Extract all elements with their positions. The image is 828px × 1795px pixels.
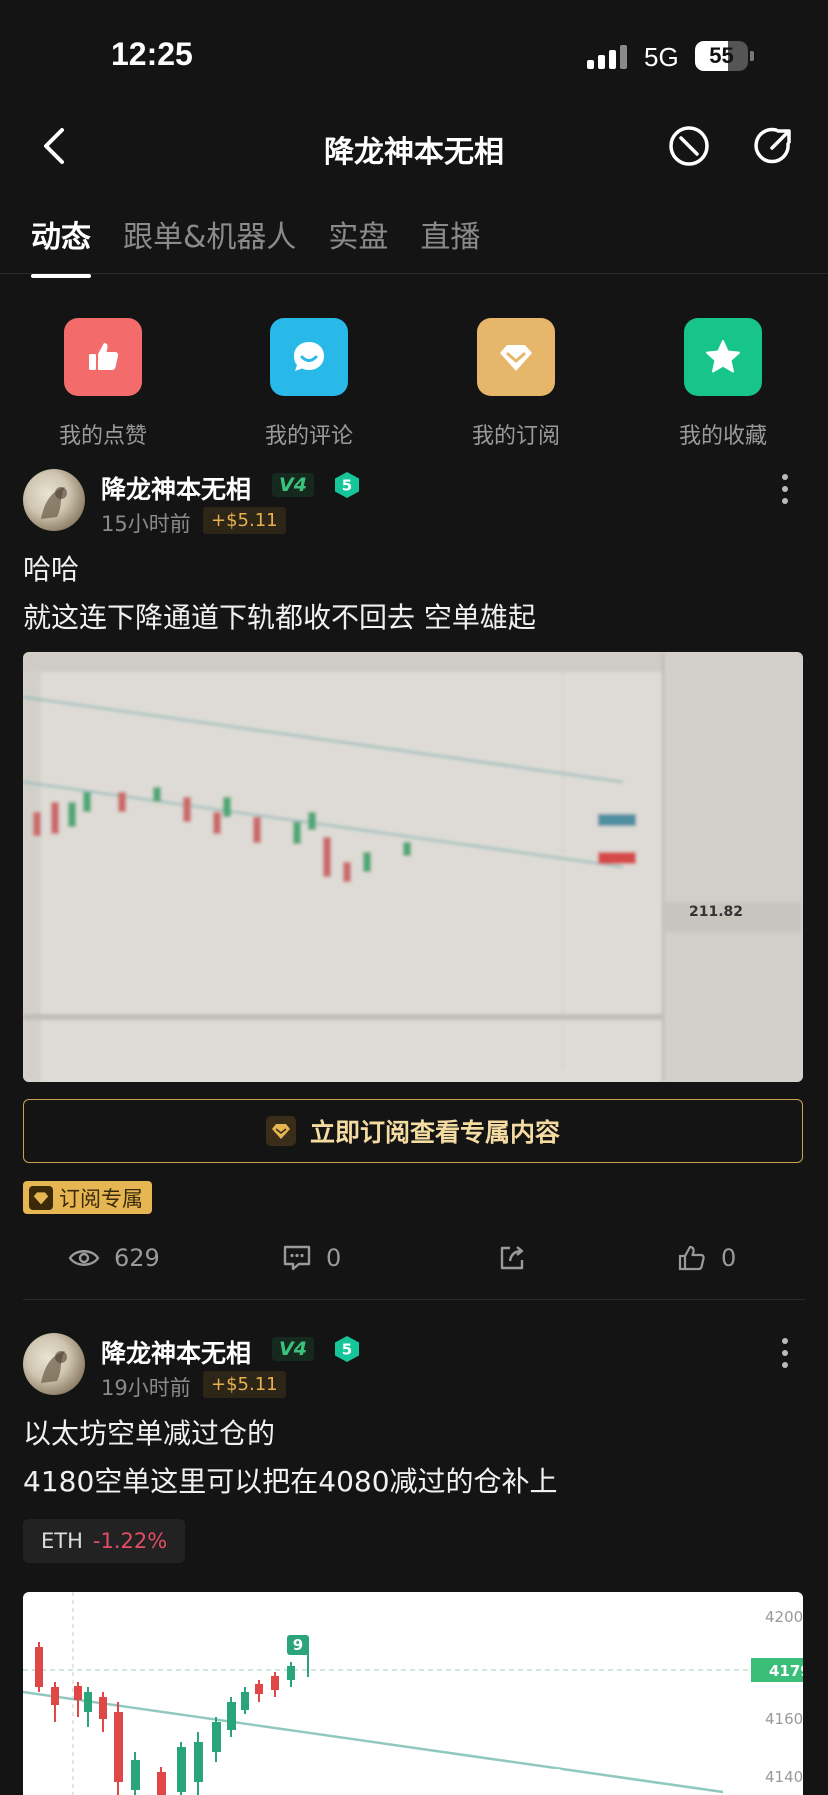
comments-count: 0 [326,1244,342,1272]
ticker-symbol: ETH [41,1529,83,1553]
subscription-exclusive-tag: 订阅专属 [23,1181,152,1214]
axis-label-4: 4140 [765,1768,803,1786]
star-icon [684,318,762,396]
post-text-line-1: 以太坊空单减过仓的 [23,1417,276,1450]
my-comments-label: 我的评论 [264,424,353,449]
chart-photo: 211.82 [23,652,803,1082]
my-subscriptions-button[interactable]: 我的订阅 [436,318,596,450]
axis-label-1: 4200 [765,1608,803,1626]
likes-stat[interactable]: 0 [677,1244,736,1272]
my-favorites-label: 我的收藏 [678,424,767,449]
vip-badge: V4 [272,1337,314,1361]
exclusive-tag-label: 订阅专属 [59,1186,143,1211]
author-name[interactable]: 降龙神本无相 [101,470,251,506]
battery-tip [750,51,754,61]
earning-badge: +$5.11 [203,1371,286,1398]
chart-marker: 9 [293,1636,303,1654]
block-icon[interactable] [667,124,711,168]
axis-label-2: 4179 [769,1662,803,1680]
vip-badge: V4 [272,473,314,497]
my-likes-label: 我的点赞 [58,424,147,449]
post-time: 15小时前 [101,512,191,536]
chat-bubble-icon [270,318,348,396]
tab-live-account[interactable]: 实盘 [328,212,388,278]
views-stat: 629 [68,1244,160,1272]
post-text-line-2: 就这连下降通道下轨都收不回去 空单雄起 [23,601,536,634]
cellular-signal-icon [587,45,631,69]
eye-icon [68,1250,100,1266]
my-subscriptions-label: 我的订阅 [471,424,560,449]
my-comments-button[interactable]: 我的评论 [229,318,389,450]
axis-label-3: 4160 [765,1710,803,1728]
home-indicator[interactable] [265,1769,563,1778]
tab-dynamics[interactable]: 动态 [31,212,91,278]
share-icon [500,1246,524,1270]
more-options-icon[interactable] [781,1338,789,1374]
likes-count: 0 [721,1244,737,1272]
my-likes-button[interactable]: 我的点赞 [23,318,183,450]
level-badge-icon: 5 [335,472,359,498]
profile-tabs: 动态 跟单&机器人 实盘 直播 [31,212,480,278]
chart-photo: 9 4200 4179 4160 4140 [23,1592,803,1795]
author-avatar[interactable] [23,1333,85,1395]
tabs-divider [0,273,828,274]
post-image[interactable]: 211.82 [23,652,803,1082]
post-image[interactable]: 9 4200 4179 4160 4140 [23,1592,803,1795]
share-icon[interactable] [752,124,796,168]
thumbs-up-icon [678,1245,705,1271]
thumbs-up-icon [64,318,142,396]
network-type: 5G [644,42,679,72]
battery-level: 55 [709,43,734,68]
battery-icon: 55 [695,41,748,71]
post-text-line-2: 4180空单这里可以把在4080减过的仓补上 [23,1465,558,1498]
post-divider [23,1299,805,1300]
share-stat[interactable] [498,1244,526,1272]
views-count: 629 [114,1244,160,1272]
diamond-icon [477,318,555,396]
subscribe-button[interactable]: 立即订阅查看专属内容 [23,1099,803,1163]
post-time: 19小时前 [101,1376,191,1400]
level-badge-icon: 5 [335,1336,359,1362]
price-label: 211.82 [689,904,743,920]
tab-copytrade-bots[interactable]: 跟单&机器人 [123,212,296,278]
comment-icon [283,1245,311,1271]
author-name[interactable]: 降龙神本无相 [101,1334,251,1370]
diamond-icon [265,1116,296,1146]
ticker-change: -1.22% [92,1529,168,1553]
my-favorites-button[interactable]: 我的收藏 [643,318,803,450]
level-number: 5 [342,477,352,495]
more-options-icon[interactable] [781,474,789,510]
ticker-chip[interactable]: ETH -1.22% [23,1519,186,1563]
earning-badge: +$5.11 [203,507,286,534]
level-number: 5 [342,1341,352,1359]
tab-livestream[interactable]: 直播 [420,212,480,278]
subscribe-button-label: 立即订阅查看专属内容 [309,1118,560,1147]
post-text-line-1: 哈哈 [23,553,80,586]
comments-stat[interactable]: 0 [282,1244,341,1272]
status-time: 12:25 [111,36,193,72]
diamond-icon [29,1185,53,1210]
author-avatar[interactable] [23,469,85,531]
